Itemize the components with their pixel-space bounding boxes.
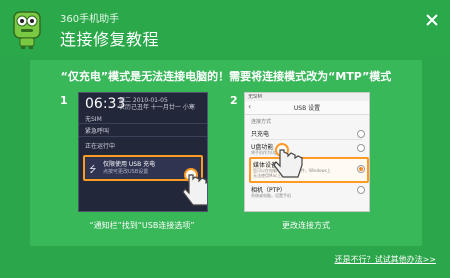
lockscreen-row: 正在运行中	[85, 143, 116, 150]
notification-title: 仅限使用 USB 充电	[103, 161, 156, 168]
step-2-number: 2	[230, 94, 238, 107]
divider	[79, 123, 207, 124]
app-title: 360手机助手	[60, 14, 120, 25]
hand-pointer-icon	[273, 143, 303, 178]
step-1-phone-screenshot: 06:33 周二 2010-01-05 农历己丑年 十一月廿一 小寒 无SIM …	[78, 92, 208, 212]
divider	[251, 139, 363, 140]
repair-tutorial-window: 360手机助手 连接修复教程 “仅充电”模式是无法连接电脑的！需要将连接模式改为…	[0, 0, 450, 278]
try-other-methods-link[interactable]: 还是不行？试试其他办法>>	[335, 254, 436, 265]
usb-icon: ⭍	[89, 165, 97, 175]
tutorial-panel: “仅充电”模式是无法连接电脑的！需要将连接模式改为“MTP”模式 1 06:33…	[30, 60, 422, 246]
radio-charge-only[interactable]	[357, 130, 365, 138]
page-title: 连接修复教程	[60, 30, 160, 49]
notification-description: 点按可更改USB设置	[103, 169, 149, 175]
status-bar: 无SIM	[245, 93, 369, 101]
mascot-logo-icon	[13, 11, 41, 49]
connection-mode-section: 连接方式	[251, 119, 272, 125]
option-charge-only[interactable]: 只充电	[251, 129, 269, 138]
hand-pointer-icon	[182, 168, 207, 206]
usb-settings-title: USB 设置	[293, 105, 321, 112]
radio-mtp[interactable]	[357, 165, 365, 173]
step-1-number: 1	[60, 94, 68, 107]
sim-status: 无SIM	[85, 116, 102, 123]
lockscreen-date-line1: 周二 2010-01-05	[119, 97, 168, 104]
lockscreen-row: 紧急呼叫	[85, 128, 110, 135]
sim-status: 无SIM	[248, 94, 262, 100]
instruction-text: “仅充电”模式是无法连接电脑的！需要将连接模式改为“MTP”模式	[60, 70, 392, 83]
option-ptp-desc: 系统或电脑，设置手机	[251, 193, 291, 198]
lockscreen-date-line2: 农历己丑年 十一月廿一 小寒	[119, 104, 195, 111]
radio-ptp[interactable]	[357, 186, 365, 194]
usb-settings-header: ‹ USB 设置	[245, 101, 369, 115]
step-1-caption: “通知栏”找到“USB连接选项”	[89, 221, 195, 230]
step-2-caption: 更改连接方式	[282, 221, 330, 230]
close-icon[interactable]	[424, 12, 440, 28]
divider	[79, 136, 207, 137]
radio-usb-storage[interactable]	[357, 144, 365, 152]
header: 360手机助手 连接修复教程	[0, 0, 450, 56]
lockscreen-date: 周二 2010-01-05 农历己丑年 十一月廿一 小寒	[119, 97, 195, 111]
